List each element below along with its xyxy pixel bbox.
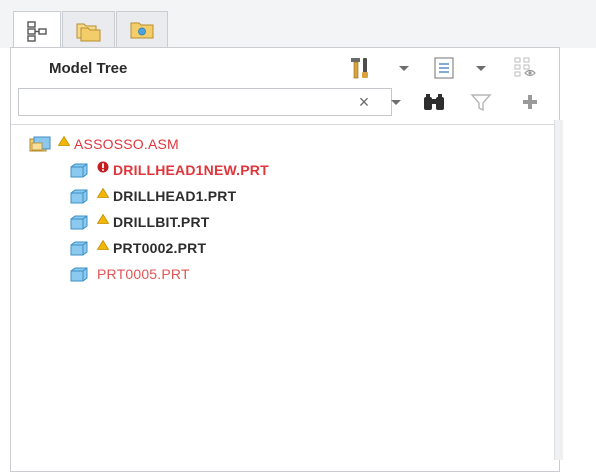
tree-item-label: PRT0005.PRT: [97, 266, 190, 282]
clear-search-button[interactable]: ×: [354, 92, 374, 112]
toolbar-separator: [11, 124, 559, 125]
tree-item-part[interactable]: PRT0002.PRT: [69, 237, 206, 259]
assembly-icon: [29, 136, 51, 152]
search-input[interactable]: [18, 88, 392, 116]
tab-model-tree[interactable]: [13, 11, 61, 49]
model-tree-header: Model Tree: [11, 48, 559, 86]
tree-item-label: ASSOSSO.ASM: [74, 136, 179, 152]
part-icon: [70, 215, 88, 230]
tab-favorites[interactable]: [116, 11, 168, 48]
favorites-tab-icon: [130, 22, 154, 39]
panel-title: Model Tree: [49, 60, 128, 77]
vertical-scrollbar[interactable]: [554, 120, 563, 460]
part-icon: [70, 241, 88, 256]
list-icon: [434, 57, 454, 79]
settings-button[interactable]: [347, 54, 375, 82]
tree-filter-icon: [514, 57, 536, 77]
search-options-caret[interactable]: [391, 100, 401, 105]
funnel-icon: [470, 94, 492, 112]
warning-icon: [97, 240, 109, 250]
tree-item-label: DRILLBIT.PRT: [113, 214, 210, 230]
tree-item-part[interactable]: PRT0005.PRT: [69, 263, 190, 285]
tree-item-part[interactable]: DRILLHEAD1NEW.PRT: [69, 159, 269, 181]
tree-item-root[interactable]: ASSOSSO.ASM: [28, 133, 179, 155]
tools-icon: [351, 58, 368, 79]
tree-item-label: DRILLHEAD1NEW.PRT: [113, 162, 269, 178]
warning-icon: [97, 214, 109, 224]
tree-item-label: DRILLHEAD1.PRT: [113, 188, 237, 204]
add-button[interactable]: [519, 91, 541, 113]
find-button[interactable]: [421, 91, 447, 113]
tree-item-part[interactable]: DRILLBIT.PRT: [69, 211, 210, 233]
plus-icon: [523, 95, 537, 109]
warning-icon: [58, 136, 70, 146]
model-tree-tab-icon: [27, 20, 47, 42]
show-button[interactable]: [430, 54, 458, 82]
show-dropdown-caret[interactable]: [476, 66, 486, 71]
tab-folder-browser[interactable]: [62, 11, 115, 48]
tree-filters-button[interactable]: [511, 54, 539, 82]
error-icon: [97, 161, 109, 173]
settings-dropdown-caret[interactable]: [399, 66, 409, 71]
part-icon: [70, 163, 88, 178]
part-icon: [70, 267, 88, 282]
navigator-tab-strip: [0, 0, 596, 49]
folder-browser-tab-icon: [76, 23, 100, 42]
filter-button[interactable]: [469, 91, 493, 113]
binoculars-icon: [424, 94, 444, 110]
part-icon: [70, 189, 88, 204]
tree-item-label: PRT0002.PRT: [113, 240, 207, 256]
model-tree-panel: Model Tree × ASSOSSO.ASM DRILLHEAD1NEW.P…: [10, 47, 560, 472]
warning-icon: [97, 188, 109, 198]
tree-item-part[interactable]: DRILLHEAD1.PRT: [69, 185, 236, 207]
